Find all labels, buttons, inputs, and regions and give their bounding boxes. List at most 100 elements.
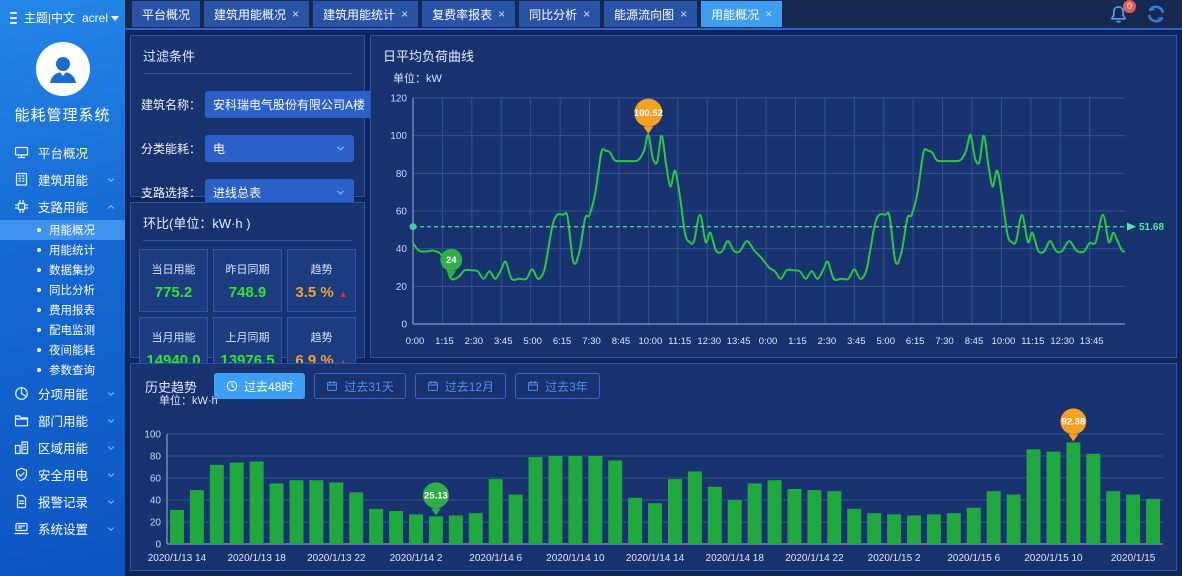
sidebar-subitem-night-energy[interactable]: 夜间能耗 (0, 340, 125, 360)
stat-cell: 趋势3.5 %▲ (287, 249, 356, 312)
tab-label: 建筑用能概况 (214, 6, 286, 23)
history-bar-chart: 0204060801002020/1/13 142020/1/13 182020… (137, 406, 1173, 568)
marker-value: 92.38 (1061, 417, 1085, 428)
menu-toggle-icon[interactable] (10, 12, 17, 24)
bar-27 (708, 487, 722, 544)
user-menu[interactable]: acrel (82, 11, 119, 25)
range-button-12m[interactable]: 过去12月 (415, 373, 506, 399)
chevron-down-icon (335, 143, 346, 154)
sidebar-subitem-energy-statistics[interactable]: 用能统计 (0, 240, 125, 260)
sidebar-item-label: 报警记录 (38, 492, 88, 511)
x-tick-label: 3:45 (494, 336, 513, 347)
sidebar-subitem-distribution-monitoring[interactable]: 配电监测 (0, 320, 125, 340)
daily-load-panel: 日平均负荷曲线 单位：kW 0204060801001200:001:152:3… (370, 35, 1177, 358)
close-icon[interactable]: × (498, 8, 505, 20)
sidebar-item-department-energy[interactable]: 部门用能 (0, 407, 125, 434)
range-button-label: 过去12月 (445, 378, 494, 395)
sidebar-item-label: 支路用能 (38, 197, 88, 216)
calendar-icon (527, 380, 539, 392)
range-button-label: 过去48时 (244, 378, 293, 395)
tabs: 平台概况建筑用能概况×建筑用能统计×复费率报表×同比分析×能源流向图×用能概况× (125, 0, 782, 28)
sidebar-subitem-energy-overview[interactable]: 用能概况 (0, 220, 125, 240)
sidebar-item-alarm-records[interactable]: 报警记录 (0, 488, 125, 515)
stat-value: 3.5 %▲ (295, 284, 347, 301)
sidebar-subitem-label: 用能概况 (49, 222, 95, 238)
tab-7[interactable]: 用能概况× (701, 1, 782, 27)
branch-icon (13, 199, 29, 215)
line-chart-title: 日平均负荷曲线 (371, 36, 1176, 73)
sidebar-subitem-data-collection[interactable]: 数据集抄 (0, 260, 125, 280)
average-value-label: 51.68 (1139, 222, 1164, 233)
building-name-select[interactable]: 安科瑞电气股份有限公司A楼 (205, 91, 388, 118)
chevron-down-icon (106, 175, 116, 185)
top-tab-bar: 平台概况建筑用能概况×建筑用能统计×复费率报表×同比分析×能源流向图×用能概况×… (125, 0, 1182, 30)
x-tick-label: 13:45 (727, 336, 751, 347)
history-trend-panel: 历史趋势 过去48时过去31天过去12月过去3年 单位：kW·h 0204060… (130, 363, 1177, 571)
filter-panel-title: 过滤条件 (131, 36, 364, 73)
x-tick-label: 3:45 (847, 336, 866, 347)
chevron-down-icon (335, 187, 346, 198)
tab-2[interactable]: 建筑用能概况 × (204, 1, 309, 27)
chevron-down-icon (106, 443, 116, 453)
stat-value: 748.9 (229, 284, 267, 301)
tab-1[interactable]: 平台概况 (132, 1, 200, 27)
close-icon[interactable]: × (583, 8, 590, 20)
sidebar-item-subentry-energy[interactable]: 分项用能 (0, 380, 125, 407)
sidebar-item-region-energy[interactable]: 区域用能 (0, 434, 125, 461)
y-tick-label: 80 (150, 452, 162, 463)
bar-30 (768, 480, 782, 544)
chevron-down-icon (106, 389, 116, 399)
bar-18 (529, 457, 543, 544)
stat-label: 上月同期 (226, 329, 270, 345)
ratio-panel: 环比(单位：kW·h ) 当日用能775.2昨日同期748.9趋势3.5 %▲当… (130, 202, 365, 358)
close-icon[interactable]: × (765, 8, 772, 20)
range-button-48h[interactable]: 过去48时 (214, 373, 305, 399)
bar-23 (628, 498, 642, 544)
filter-panel: 过滤条件 建筑名称：安科瑞电气股份有限公司A楼分类能耗：电支路选择：进线总表 (130, 35, 365, 197)
sidebar-subitem-parameter-query[interactable]: 参数查询 (0, 360, 125, 380)
notifications-button[interactable]: 0 (1109, 5, 1128, 24)
x-tick-label: 1:15 (435, 336, 454, 347)
theme-language-switcher[interactable]: 主题|中文 (24, 9, 75, 26)
tab-6[interactable]: 能源流向图× (604, 1, 697, 27)
bar-29 (748, 484, 762, 545)
bar-32 (807, 490, 821, 544)
close-icon[interactable]: × (401, 8, 408, 20)
sidebar-subitem-cost-report[interactable]: 费用报表 (0, 300, 125, 320)
range-button-3y[interactable]: 过去3年 (515, 373, 600, 399)
sidebar-item-safety-power[interactable]: 安全用电 (0, 461, 125, 488)
y-tick-label: 60 (396, 207, 408, 218)
y-tick-label: 0 (155, 540, 161, 551)
energy-type-select[interactable]: 电 (205, 135, 354, 162)
sidebar-item-system-settings[interactable]: 系统设置 (0, 515, 125, 542)
daily-load-line-chart: 0204060801001200:001:152:303:455:006:157… (379, 86, 1171, 354)
sidebar-subitem-yoy-analysis[interactable]: 同比分析 (0, 280, 125, 300)
bar-45 (1066, 442, 1080, 544)
bullet-icon (37, 328, 41, 332)
marker-value: 25.13 (424, 491, 448, 502)
close-icon[interactable]: × (680, 8, 687, 20)
sidebar-item-building-energy[interactable]: 建筑用能 (0, 166, 125, 193)
bar-9 (349, 492, 363, 544)
chevron-down-icon (106, 443, 116, 453)
bullet-icon (37, 348, 41, 352)
building-icon (14, 172, 29, 187)
tab-4[interactable]: 复费率报表× (422, 1, 515, 27)
sidebar-item-platform-overview[interactable]: 平台概况 (0, 139, 125, 166)
tab-3[interactable]: 建筑用能统计× (313, 1, 418, 27)
filter-field-row: 建筑名称：安科瑞电气股份有限公司A楼 (131, 91, 364, 118)
sidebar-item-branch-energy[interactable]: 支路用能 (0, 193, 125, 220)
calendar-icon (326, 380, 338, 392)
refresh-button[interactable] (1146, 4, 1166, 24)
sidebar-item-label: 系统设置 (38, 519, 88, 538)
select-value: 进线总表 (213, 184, 331, 201)
x-tick-label: 2:30 (465, 336, 484, 347)
select-value: 电 (213, 140, 331, 157)
range-button-31d[interactable]: 过去31天 (314, 373, 405, 399)
bar-22 (608, 460, 622, 544)
bullet-icon (37, 288, 41, 292)
tab-5[interactable]: 同比分析× (519, 1, 600, 27)
close-icon[interactable]: × (292, 8, 299, 20)
x-tick-label: 2020/1/13 18 (227, 553, 286, 564)
bar-36 (887, 514, 901, 544)
